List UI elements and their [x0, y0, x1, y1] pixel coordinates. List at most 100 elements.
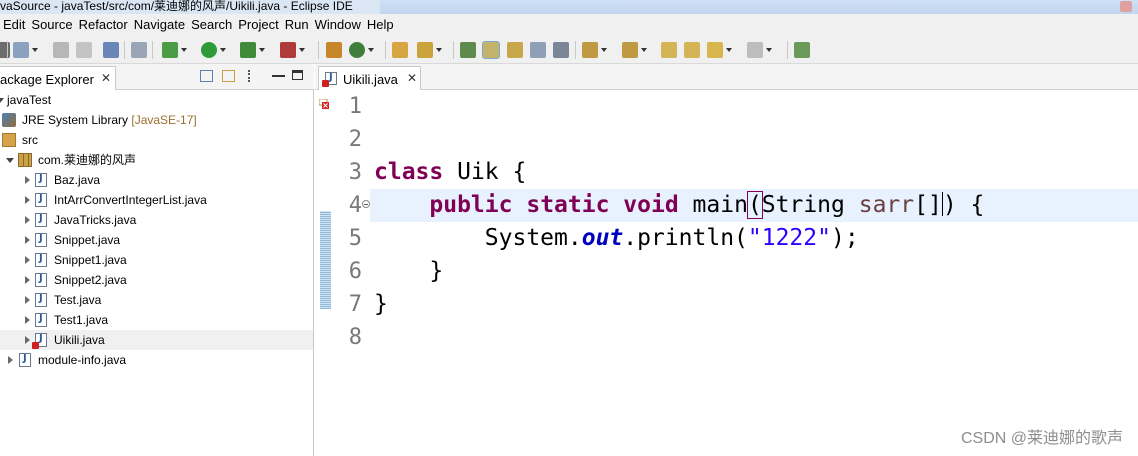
- new-java-project-icon[interactable]: [326, 42, 342, 58]
- show-whitespace-icon[interactable]: [553, 42, 569, 58]
- menu-run[interactable]: Run: [283, 14, 313, 35]
- close-icon[interactable]: ✕: [101, 71, 111, 85]
- next-annotation-icon[interactable]: [582, 42, 607, 58]
- line-number: 4: [348, 193, 362, 218]
- array-brackets: []: [914, 192, 942, 218]
- expand-arrow-icon[interactable]: [25, 336, 30, 344]
- tree-item-label: Snippet1.java: [54, 253, 127, 267]
- code-area[interactable]: class Uik { public static void main(Stri…: [370, 90, 1138, 456]
- new-class-icon[interactable]: [349, 42, 374, 58]
- expand-arrow-icon[interactable]: [25, 276, 30, 284]
- previous-annotation-icon[interactable]: [622, 42, 647, 58]
- forward-icon[interactable]: [747, 42, 772, 58]
- expand-arrow-icon[interactable]: [25, 236, 30, 244]
- tree-item-label: Uikili.java: [54, 333, 105, 347]
- tree-item-label: JRE System Library [JavaSE-17]: [22, 113, 197, 127]
- fold-collapse-icon[interactable]: [362, 200, 370, 208]
- line-number: 2: [348, 127, 362, 152]
- code-line-7: }: [374, 291, 388, 317]
- menu-window[interactable]: Window: [313, 14, 365, 35]
- java-file-error-icon: [322, 72, 337, 87]
- menu-navigate[interactable]: Navigate: [132, 14, 189, 35]
- menu-source[interactable]: Source: [29, 14, 76, 35]
- package-explorer-tabbar: ackage Explorer ✕: [0, 64, 314, 90]
- method-name: main: [678, 192, 748, 218]
- menu-edit[interactable]: Edit: [0, 14, 29, 35]
- tree-item-javatest[interactable]: javaTest: [0, 90, 313, 110]
- minimize-icon[interactable]: [272, 75, 285, 77]
- tree-item-file[interactable]: Test1.java: [0, 310, 313, 330]
- collapse-all-icon[interactable]: [200, 70, 213, 82]
- menu-refactor[interactable]: Refactor: [77, 14, 132, 35]
- expand-arrow-icon[interactable]: [0, 98, 4, 103]
- new-icon[interactable]: [0, 42, 19, 58]
- expand-arrow-icon[interactable]: [25, 316, 30, 324]
- view-menu-icon[interactable]: [248, 70, 252, 82]
- java-file-icon: [35, 173, 47, 187]
- expand-arrow-icon[interactable]: [25, 296, 30, 304]
- expand-arrow-icon[interactable]: [25, 216, 30, 224]
- java-file-icon: [35, 253, 47, 267]
- tree-item-package[interactable]: com.莱迪娜的风声: [0, 150, 313, 170]
- toolbar-separator: [453, 41, 454, 59]
- window-title-bar: vaSource - javaTest/src/com/莱迪娜的风声/Uikil…: [0, 0, 1138, 14]
- expand-arrow-icon[interactable]: [6, 158, 14, 163]
- line-number: 1: [348, 94, 362, 119]
- expand-arrow-icon[interactable]: [25, 256, 30, 264]
- back-icon[interactable]: [707, 42, 732, 58]
- error-marker-icon[interactable]: [319, 99, 331, 109]
- tree-item-jre-library[interactable]: JRE System Library [JavaSE-17]: [0, 110, 313, 130]
- maximize-icon[interactable]: [292, 70, 303, 80]
- save-icon[interactable]: [53, 42, 69, 58]
- window-close-button[interactable]: [1120, 1, 1132, 12]
- tree-item-label: javaTest: [7, 93, 52, 107]
- tree-item-file[interactable]: Snippet1.java: [0, 250, 313, 270]
- toolbar-separator: [7, 41, 8, 59]
- forward-edit-icon[interactable]: [684, 42, 700, 58]
- link-with-editor-icon[interactable]: [222, 70, 235, 82]
- expand-arrow-icon[interactable]: [25, 176, 30, 184]
- last-edit-location-icon[interactable]: [661, 42, 677, 58]
- toggle-mark-occurrences-icon[interactable]: [460, 42, 476, 58]
- menu-help[interactable]: Help: [365, 14, 398, 35]
- tree-item-module-info[interactable]: module-info.java: [0, 350, 313, 370]
- word-wrap-icon[interactable]: [530, 42, 546, 58]
- package-explorer-tab[interactable]: ackage Explorer ✕: [0, 66, 116, 90]
- menu-project[interactable]: Project: [236, 14, 282, 35]
- tree-item-file[interactable]: JavaTricks.java: [0, 210, 313, 230]
- main-toolbar: [0, 35, 1138, 64]
- java-file-icon: [35, 293, 47, 307]
- java-file-icon: [35, 273, 47, 287]
- tree-item-file[interactable]: Snippet.java: [0, 230, 313, 250]
- block-selection-icon[interactable]: [507, 42, 523, 58]
- debug-icon[interactable]: [162, 42, 187, 58]
- print-icon[interactable]: [103, 42, 119, 58]
- coverage-icon[interactable]: [240, 42, 265, 58]
- run-icon[interactable]: [201, 42, 226, 58]
- tree-item-file[interactable]: Baz.java: [0, 170, 313, 190]
- expand-arrow-icon[interactable]: [25, 196, 30, 204]
- tree-item-file[interactable]: Test.java: [0, 290, 313, 310]
- tree-item-src[interactable]: src: [0, 130, 313, 150]
- toolbar-separator: [152, 41, 153, 59]
- tree-item-file-selected[interactable]: Uikili.java: [0, 330, 313, 350]
- editor-tab-uikili[interactable]: Uikili.java ✕: [318, 66, 421, 90]
- open-type-icon[interactable]: [13, 42, 38, 58]
- pin-editor-icon[interactable]: [794, 42, 810, 58]
- background-taskbar-strip: [380, 0, 1138, 14]
- expand-arrow-icon[interactable]: [8, 356, 13, 364]
- toolbar-separator: [318, 41, 319, 59]
- external-tools-icon[interactable]: [280, 42, 305, 58]
- menu-search[interactable]: Search: [189, 14, 236, 35]
- tree-item-label: module-info.java: [38, 353, 127, 367]
- tree-item-file[interactable]: IntArrConvertIntegerList.java: [0, 190, 313, 210]
- toggle-breakpoint-icon[interactable]: [131, 42, 147, 58]
- tree-item-file[interactable]: Snippet2.java: [0, 270, 313, 290]
- string-literal: "1222": [747, 225, 831, 251]
- save-all-icon[interactable]: [76, 42, 92, 58]
- toggle-highlight-icon[interactable]: [482, 41, 500, 59]
- search-icon[interactable]: [417, 42, 442, 58]
- close-icon[interactable]: ✕: [407, 71, 417, 85]
- window-title: vaSource - javaTest/src/com/莱迪娜的风声/Uikil…: [0, 0, 361, 14]
- open-task-icon[interactable]: [392, 42, 408, 58]
